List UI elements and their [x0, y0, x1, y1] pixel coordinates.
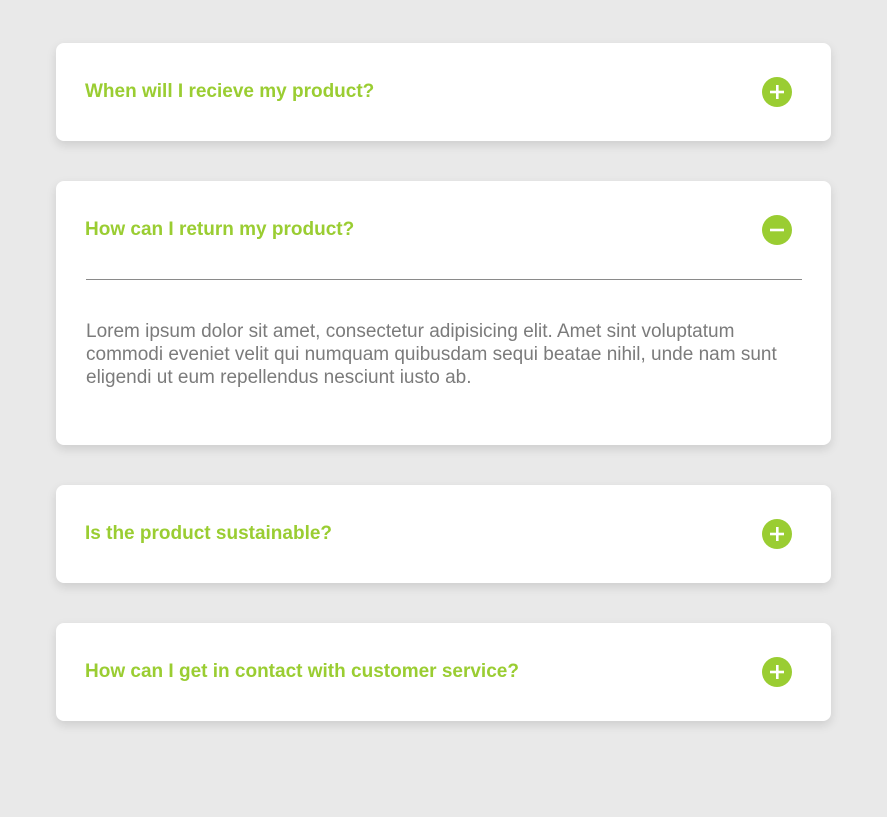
faq-question: When will I recieve my product?	[85, 81, 375, 102]
faq-question: How can I return my product?	[85, 219, 355, 240]
faq-accordion: When will I recieve my product? How can …	[56, 43, 831, 761]
faq-question: Is the product sustainable?	[85, 523, 333, 544]
faq-item-header[interactable]: How can I get in contact with customer s…	[56, 623, 831, 721]
faq-item-returns: How can I return my product? Lorem ipsum…	[56, 181, 831, 445]
minus-icon[interactable]	[762, 215, 792, 245]
faq-item-delivery: When will I recieve my product?	[56, 43, 831, 141]
faq-question: How can I get in contact with customer s…	[85, 661, 519, 682]
plus-icon[interactable]	[762, 77, 792, 107]
faq-item-header[interactable]: Is the product sustainable?	[56, 485, 831, 583]
plus-icon[interactable]	[762, 519, 792, 549]
plus-icon[interactable]	[762, 657, 792, 687]
faq-answer: Lorem ipsum dolor sit amet, consectetur …	[86, 321, 777, 388]
faq-item-header[interactable]: When will I recieve my product?	[56, 43, 831, 141]
faq-item-contact: How can I get in contact with customer s…	[56, 623, 831, 721]
faq-item-header[interactable]: How can I return my product?	[56, 181, 831, 279]
faq-item-sustainability: Is the product sustainable?	[56, 485, 831, 583]
